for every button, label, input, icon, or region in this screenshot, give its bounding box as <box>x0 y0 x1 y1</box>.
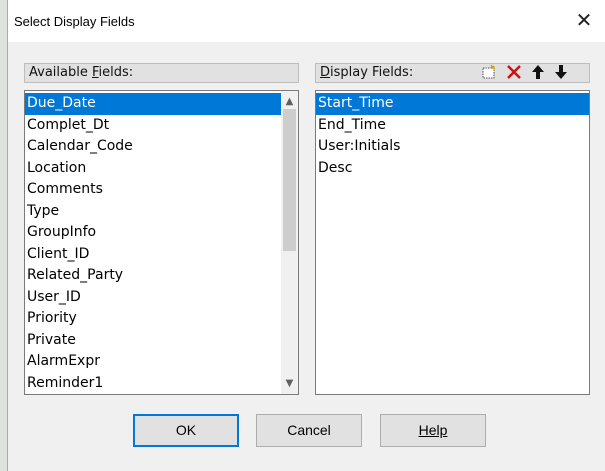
scroll-up-icon[interactable]: ▲ <box>281 93 298 110</box>
scroll-thumb[interactable] <box>283 109 296 251</box>
close-icon[interactable]: ✕ <box>573 8 595 32</box>
list-item[interactable]: Reminder1 <box>25 373 281 395</box>
delete-icon[interactable] <box>505 64 523 82</box>
help-button[interactable]: Help <box>380 414 486 447</box>
list-item[interactable]: Complet_Dt <box>25 115 281 137</box>
list-item[interactable]: User_ID <box>25 287 281 309</box>
list-item[interactable]: Type <box>25 201 281 223</box>
list-item[interactable]: User:Initials <box>316 136 589 158</box>
available-fields-label: Available Fields: <box>29 65 134 80</box>
list-item[interactable]: Location <box>25 158 281 180</box>
display-fields-header: Display Fields: <box>315 63 590 83</box>
select-display-fields-dialog: Select Display Fields ✕ Available Fields… <box>7 0 605 471</box>
available-scrollbar[interactable]: ▲ ▼ <box>281 91 298 394</box>
list-item[interactable]: Priority <box>25 308 281 330</box>
list-item[interactable]: AlarmExpr <box>25 351 281 373</box>
available-items: Due_Date Complet_Dt Calendar_Code Location C… <box>25 91 281 394</box>
list-item[interactable]: Private <box>25 330 281 352</box>
scroll-down-icon[interactable]: ▼ <box>281 375 298 392</box>
list-item[interactable]: Desc <box>316 158 589 180</box>
display-items: Start_Time End_Time User:Initials Desc <box>316 91 589 179</box>
list-item[interactable]: Comments <box>25 179 281 201</box>
move-down-icon[interactable] <box>552 64 570 82</box>
list-item[interactable]: GroupInfo <box>25 222 281 244</box>
list-item[interactable]: End_Time <box>316 115 589 137</box>
list-item[interactable]: Client_ID <box>25 244 281 266</box>
dialog-title: Select Display Fields <box>14 14 135 29</box>
ok-button[interactable]: OK <box>133 414 239 447</box>
list-item[interactable]: Calendar_Code <box>25 136 281 158</box>
display-fields-list[interactable]: Start_Time End_Time User:Initials Desc <box>315 90 590 395</box>
list-item[interactable]: Related_Party <box>25 265 281 287</box>
help-button-label: Help <box>418 422 448 438</box>
available-fields-header: Available Fields: <box>24 63 299 83</box>
list-item[interactable]: Due_Date <box>25 93 281 115</box>
display-fields-label: Display Fields: <box>320 65 414 80</box>
move-up-icon[interactable] <box>529 64 547 82</box>
list-item[interactable]: Start_Time <box>316 93 589 115</box>
new-field-icon[interactable] <box>480 64 498 82</box>
title-bar: Select Display Fields ✕ <box>8 0 605 42</box>
available-fields-list[interactable]: Due_Date Complet_Dt Calendar_Code Location C… <box>24 90 299 395</box>
cancel-button[interactable]: Cancel <box>256 414 362 447</box>
